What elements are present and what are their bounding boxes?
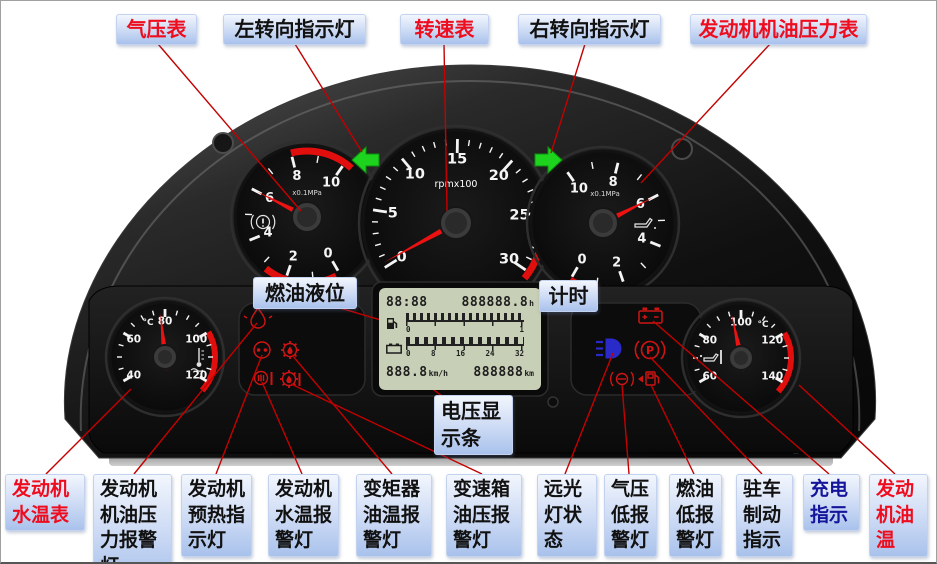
voltage-scale-tick: 32 — [515, 350, 524, 358]
svg-text:10: 10 — [570, 182, 588, 197]
callout-engine-oil-pressure-gauge: 发动机机油压力表 — [690, 14, 867, 45]
svg-text:60: 60 — [127, 334, 142, 346]
lcd-voltage-bar: 0 8 16 24 32 — [386, 337, 534, 358]
svg-text:40: 40 — [127, 370, 142, 382]
callout-voltage-display-bar: 电压显示条 — [434, 395, 513, 455]
svg-text:120: 120 — [761, 335, 783, 347]
callout-torque-converter-oil-temp-warning: 变矩器油温报警灯 — [356, 474, 432, 557]
callout-engine-water-temp-warning: 发动机水温报警灯 — [268, 474, 339, 557]
voltage-scale-tick: 16 — [456, 350, 465, 358]
callout-charge-indicator: 充电指示 — [803, 474, 860, 531]
gauge-unit: °C — [757, 320, 769, 330]
voltage-bars — [406, 337, 524, 344]
svg-text:0: 0 — [577, 252, 586, 267]
high-beam-icon — [596, 339, 621, 358]
svg-text:10: 10 — [322, 176, 340, 191]
svg-text:2: 2 — [612, 256, 621, 271]
callout-engine-oil-temp: 发动机油温 — [869, 474, 928, 557]
voltage-scale-tick: 0 — [406, 350, 411, 358]
lcd-clock: 88:88 — [386, 295, 428, 310]
svg-text:0: 0 — [323, 246, 332, 261]
svg-text:15: 15 — [447, 152, 467, 168]
fuel-icon — [386, 313, 402, 334]
instrument-cluster-diagram: 0 2 4 6 8 10 x0.1MPa 0 5 10 15 20 25 30 … — [0, 0, 937, 564]
svg-text:120: 120 — [185, 370, 207, 382]
lcd-hour-unit: h — [529, 299, 534, 308]
callout-clock: 计时 — [539, 280, 598, 312]
reset-button — [548, 397, 558, 407]
svg-text:P: P — [646, 344, 654, 357]
svg-text:30: 30 — [499, 251, 519, 267]
lcd-speed: 888.8 — [386, 365, 428, 380]
svg-text:8: 8 — [292, 169, 301, 184]
gauge-unit: rpmx100 — [435, 179, 478, 190]
svg-text:140: 140 — [761, 371, 783, 383]
lcd-display: 88:88 888888.8h 0 1 0 8 16 — [379, 288, 541, 390]
svg-text:80: 80 — [158, 316, 173, 328]
water-temperature-gauge: 40 60 80 100 120 °C — [106, 298, 224, 416]
lcd-speed-unit: km/h — [429, 369, 448, 378]
callout-fuel-low-warning: 燃油低报警灯 — [669, 474, 722, 557]
svg-text:5: 5 — [388, 205, 398, 221]
screw-hole — [213, 133, 233, 153]
callout-high-beam-status: 远光灯状态 — [537, 474, 597, 557]
svg-text:100: 100 — [185, 334, 207, 346]
fuel-scale-max: 1 — [519, 326, 524, 334]
fuel-level-bars — [406, 313, 524, 320]
callout-fuel-level: 燃油液位 — [253, 277, 357, 309]
screw-hole — [672, 139, 692, 159]
engine-oil-temperature-gauge: 60 80 100 120 140 °C — [682, 299, 800, 417]
callout-right-turn-indicator: 右转向指示灯 — [518, 14, 661, 45]
lcd-hour-meter: 888888.8 — [462, 295, 529, 310]
callout-parking-brake-indicator: 驻车制动指示 — [736, 474, 793, 557]
callout-engine-preheat-indicator: 发动机预热指示灯 — [181, 474, 252, 557]
callout-gearbox-oil-pressure-warning: 变速箱油压报警灯 — [446, 474, 522, 557]
lcd-odometer: 888888 — [473, 365, 523, 380]
callout-engine-water-temp-gauge: 发动机水温表 — [5, 474, 85, 531]
callout-air-pressure-low-warning: 气压低报警灯 — [604, 474, 657, 557]
svg-text:10: 10 — [405, 166, 425, 182]
svg-text:8: 8 — [609, 175, 618, 190]
svg-text:60: 60 — [703, 371, 718, 383]
callout-left-turn-indicator: 左转向指示灯 — [223, 14, 366, 45]
svg-text:2: 2 — [289, 250, 298, 265]
svg-text:4: 4 — [637, 232, 646, 247]
svg-text:80: 80 — [703, 335, 718, 347]
lcd-odometer-unit: km — [524, 369, 534, 378]
fuel-scale-min: 0 — [406, 326, 411, 334]
lcd-fuel-bar: 0 1 — [386, 313, 534, 334]
gauge-unit: x0.1MPa — [590, 190, 620, 198]
voltage-scale-tick: 8 — [431, 350, 436, 358]
callout-engine-oil-pressure-warning: 发动机机油压力报警灯 — [93, 474, 172, 564]
battery-icon — [386, 337, 402, 358]
callout-tachometer: 转速表 — [400, 14, 489, 45]
voltage-scale-tick: 24 — [485, 350, 494, 358]
svg-text:20: 20 — [489, 168, 509, 184]
callout-air-pressure-gauge: 气压表 — [116, 14, 197, 45]
gauge-unit: x0.1MPa — [292, 189, 322, 197]
torque-converter-oil-temp-warning-icon — [281, 341, 299, 359]
gauge-unit: °C — [142, 318, 154, 328]
